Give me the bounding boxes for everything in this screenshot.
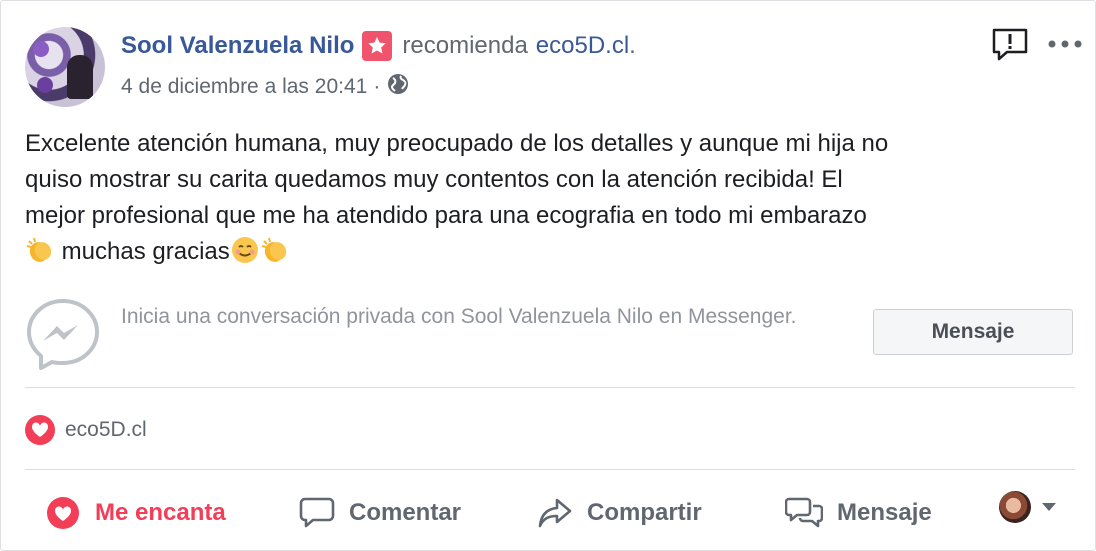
avatar-flower-decoration — [33, 41, 49, 57]
more-options-icon[interactable] — [1047, 33, 1083, 53]
share-button[interactable]: Compartir — [537, 485, 702, 541]
post-meta: 4 de diciembre a las 20:41 · — [121, 72, 410, 102]
post-body: Excelente atención humana, muy preocupad… — [25, 126, 1075, 270]
message-button[interactable]: Mensaje — [785, 485, 932, 541]
globe-icon[interactable] — [386, 72, 410, 102]
heart-reaction-icon — [25, 415, 55, 445]
messenger-prompt: Inicia una conversación privada con Sool… — [121, 305, 797, 328]
clapping-hands-emoji-icon — [25, 235, 55, 265]
page-name-link[interactable]: eco5D.cl — [536, 32, 629, 60]
message-label: Mensaje — [837, 499, 932, 526]
author-avatar[interactable] — [25, 27, 105, 107]
divider — [25, 387, 1075, 388]
chevron-down-icon — [1042, 503, 1056, 511]
post-body-line: quiso mostrar su carita quedamos muy con… — [25, 166, 843, 193]
love-label: Me encanta — [95, 499, 226, 526]
clapping-hands-emoji-icon — [260, 235, 290, 265]
send-message-button[interactable]: Mensaje — [873, 309, 1073, 355]
message-bubbles-icon — [785, 497, 823, 528]
profile-chooser[interactable] — [999, 491, 1057, 523]
post-body-line-last: muchas gracias — [25, 234, 1075, 270]
messenger-icon — [25, 297, 101, 371]
current-user-avatar — [999, 491, 1031, 523]
report-icon[interactable] — [991, 27, 1029, 63]
post-timestamp[interactable]: 4 de diciembre a las 20:41 — [121, 75, 367, 99]
heart-icon — [47, 497, 79, 529]
post-body-line: mejor profesional que me ha atendido par… — [25, 202, 867, 229]
smiling-face-emoji-icon — [230, 235, 260, 265]
post-body-line: muchas gracias — [61, 238, 230, 265]
meta-separator: · — [373, 75, 381, 98]
post-header: Sool Valenzuela Nilo recomienda eco5D.cl… — [121, 31, 636, 61]
recommends-text: recomienda — [402, 32, 528, 59]
header-period: . — [629, 32, 636, 59]
love-reaction-button[interactable]: Me encanta — [45, 485, 226, 541]
action-bar: Me encanta Comentar Compartir Mensaje — [1, 485, 1096, 541]
post-body-line: Excelente atención humana, muy preocupad… — [25, 130, 889, 157]
reactions-summary[interactable]: eco5D.cl — [25, 415, 147, 445]
recommendation-star-icon — [362, 31, 393, 61]
avatar-figure — [67, 55, 93, 99]
review-card: Sool Valenzuela Nilo recomienda eco5D.cl… — [0, 0, 1096, 551]
share-icon — [538, 498, 572, 528]
comment-label: Comentar — [349, 499, 462, 526]
comment-button[interactable]: Comentar — [299, 485, 461, 541]
reactor-name[interactable]: eco5D.cl — [65, 418, 147, 442]
avatar-flower-decoration — [37, 77, 53, 93]
comment-icon — [299, 497, 335, 528]
share-label: Compartir — [587, 499, 702, 526]
divider — [25, 469, 1075, 470]
author-name-link[interactable]: Sool Valenzuela Nilo — [121, 32, 354, 60]
